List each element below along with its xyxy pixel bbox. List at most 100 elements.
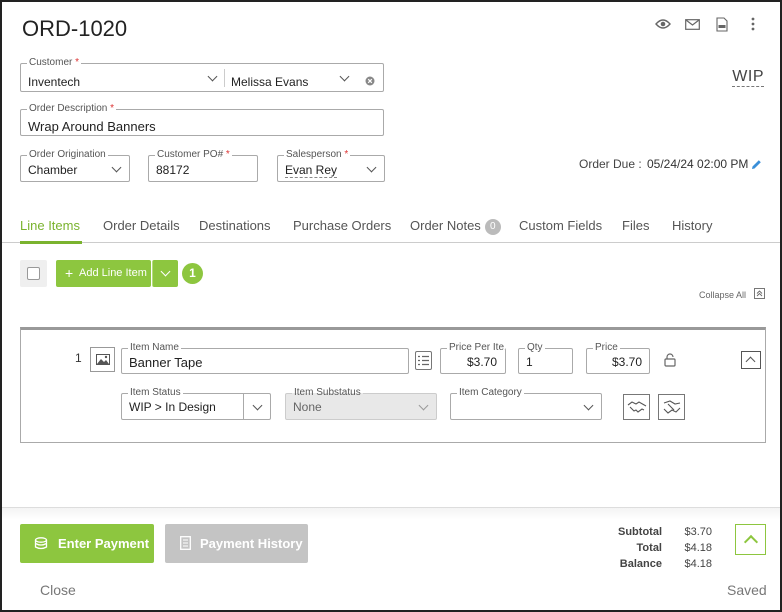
add-line-item-dropdown[interactable] — [152, 260, 178, 287]
balance-value: $4.18 — [684, 558, 712, 570]
customer-po-field[interactable]: Customer PO# * 88172 — [148, 148, 258, 182]
substatus-chevron-down-icon — [418, 400, 429, 411]
tab-files[interactable]: Files — [622, 218, 649, 233]
add-line-item-label: Add Line Item — [79, 267, 147, 279]
contact-chevron-down-icon[interactable] — [339, 71, 350, 82]
more-vertical-icon[interactable] — [744, 15, 762, 33]
subtotal-value: $3.70 — [684, 526, 712, 538]
divider — [243, 394, 244, 419]
qty-label: Qty — [525, 341, 545, 355]
item-name-input[interactable]: Banner Tape — [129, 355, 203, 370]
mail-icon[interactable] — [683, 15, 701, 33]
payment-history-label: Payment History — [200, 536, 303, 551]
customer-select[interactable]: Inventech — [28, 75, 80, 89]
close-button[interactable]: Close — [40, 582, 76, 598]
edit-icon[interactable] — [751, 157, 762, 175]
price-per-item-field[interactable]: Price Per Ite... $3.70 — [440, 341, 506, 374]
customer-po-label: Customer PO# * — [155, 148, 232, 162]
enter-payment-label: Enter Payment — [58, 536, 150, 551]
qty-input[interactable]: 1 — [526, 355, 533, 369]
price-per-item-label: Price Per Ite... — [447, 341, 505, 355]
item-substatus-value: None — [293, 400, 322, 414]
active-tab-indicator — [20, 241, 82, 244]
item-name-field[interactable]: Item Name Banner Tape — [121, 341, 409, 374]
order-window: ORD-1020 WIP Customer * Inventech Meliss… — [0, 0, 782, 612]
payment-history-button[interactable]: Payment History — [165, 524, 308, 563]
eye-icon[interactable] — [654, 15, 672, 33]
customer-label: Customer * — [27, 56, 82, 70]
order-description-input[interactable]: Wrap Around Banners — [28, 119, 156, 134]
tab-line-items[interactable]: Line Items — [20, 218, 80, 233]
salesperson-label: Salesperson * — [284, 148, 351, 162]
item-category-label: Item Category — [457, 386, 524, 400]
line-item-count-badge: 1 — [182, 263, 203, 284]
unlock-icon[interactable] — [664, 353, 676, 372]
salesperson-value: Evan Rey — [285, 163, 338, 178]
item-substatus-select[interactable]: Item Substatus None — [285, 386, 437, 420]
tab-destinations[interactable]: Destinations — [199, 218, 271, 233]
chevron-down-icon — [160, 266, 171, 277]
category-chevron-down-icon — [583, 400, 594, 411]
order-title: ORD-1020 — [22, 16, 128, 41]
tab-order-details[interactable]: Order Details — [103, 218, 180, 233]
item-substatus-label: Item Substatus — [292, 386, 363, 400]
tab-custom-fields[interactable]: Custom Fields — [519, 218, 602, 233]
total-label: Total — [636, 542, 662, 554]
chevron-up-icon — [743, 534, 759, 550]
subtotal-label: Subtotal — [618, 526, 662, 538]
tab-history[interactable]: History — [672, 218, 712, 233]
tab-purchase-orders[interactable]: Purchase Orders — [293, 218, 391, 233]
customer-po-input[interactable]: 88172 — [156, 163, 189, 177]
item-status-label: Item Status — [128, 386, 183, 400]
order-description-field[interactable]: Order Description * Wrap Around Banners — [20, 102, 384, 136]
notes-count-badge: 0 — [484, 219, 501, 235]
tab-order-notes[interactable]: Order Notes 0 — [410, 218, 501, 235]
item-status-select[interactable]: Item Status WIP > In Design — [121, 386, 271, 420]
divider — [224, 69, 225, 87]
collapse-item-button[interactable] — [741, 351, 761, 369]
order-due-label: Order Due : — [579, 157, 642, 171]
saved-status: Saved — [727, 582, 767, 598]
order-origination-label: Order Origination — [27, 148, 108, 162]
customer-group: Customer * Inventech Melissa Evans — [20, 56, 384, 92]
plus-icon: + — [65, 265, 74, 281]
origination-chevron-down-icon — [111, 162, 122, 173]
price-field[interactable]: Price $3.70 — [586, 341, 650, 374]
handshake-alt-icon[interactable] — [658, 394, 685, 420]
order-description-label: Order Description * — [27, 102, 117, 116]
qty-field[interactable]: Qty 1 — [518, 341, 573, 374]
add-line-item-button[interactable]: + Add Line Item — [56, 260, 151, 287]
contact-select[interactable]: Melissa Evans — [231, 75, 308, 89]
tab-bar: Line Items Order Details Destinations Pu… — [2, 208, 780, 244]
item-image-icon[interactable] — [90, 347, 115, 372]
order-status[interactable]: WIP — [732, 68, 764, 87]
clear-icon[interactable] — [365, 73, 375, 91]
line-item-index: 1 — [75, 351, 82, 365]
line-item-card: 1 Item Name Banner Tape Price Per Ite...… — [20, 327, 766, 443]
item-category-select[interactable]: Item Category — [450, 386, 602, 420]
scroll-to-top-button[interactable] — [735, 524, 766, 555]
enter-payment-button[interactable]: Enter Payment — [20, 524, 154, 563]
customer-chevron-down-icon[interactable] — [207, 71, 218, 82]
price-per-item-input[interactable]: $3.70 — [467, 355, 497, 369]
handshake-icon[interactable] — [623, 394, 650, 420]
order-origination-value: Chamber — [28, 163, 78, 177]
item-details-list-icon[interactable] — [415, 351, 432, 370]
item-name-label: Item Name — [128, 341, 181, 355]
status-chevron-down-icon — [252, 400, 263, 411]
pdf-icon[interactable] — [713, 15, 731, 33]
collapse-all-link[interactable]: Collapse All — [699, 290, 746, 300]
item-status-value: WIP > In Design — [129, 400, 216, 414]
chevron-up-icon — [745, 356, 756, 367]
salesperson-select[interactable]: Salesperson * Evan Rey — [277, 148, 385, 182]
salesperson-chevron-down-icon — [366, 162, 377, 173]
price-input[interactable]: $3.70 — [612, 355, 642, 369]
order-due-value: 05/24/24 02:00 PM — [647, 157, 749, 171]
coins-icon — [34, 537, 48, 550]
price-label: Price — [593, 341, 620, 355]
collapse-all-icon[interactable] — [754, 288, 765, 299]
order-origination-select[interactable]: Order Origination Chamber — [20, 148, 130, 182]
balance-label: Balance — [619, 558, 662, 570]
select-all-checkbox[interactable] — [27, 267, 40, 280]
select-all-wrapper — [20, 260, 47, 287]
